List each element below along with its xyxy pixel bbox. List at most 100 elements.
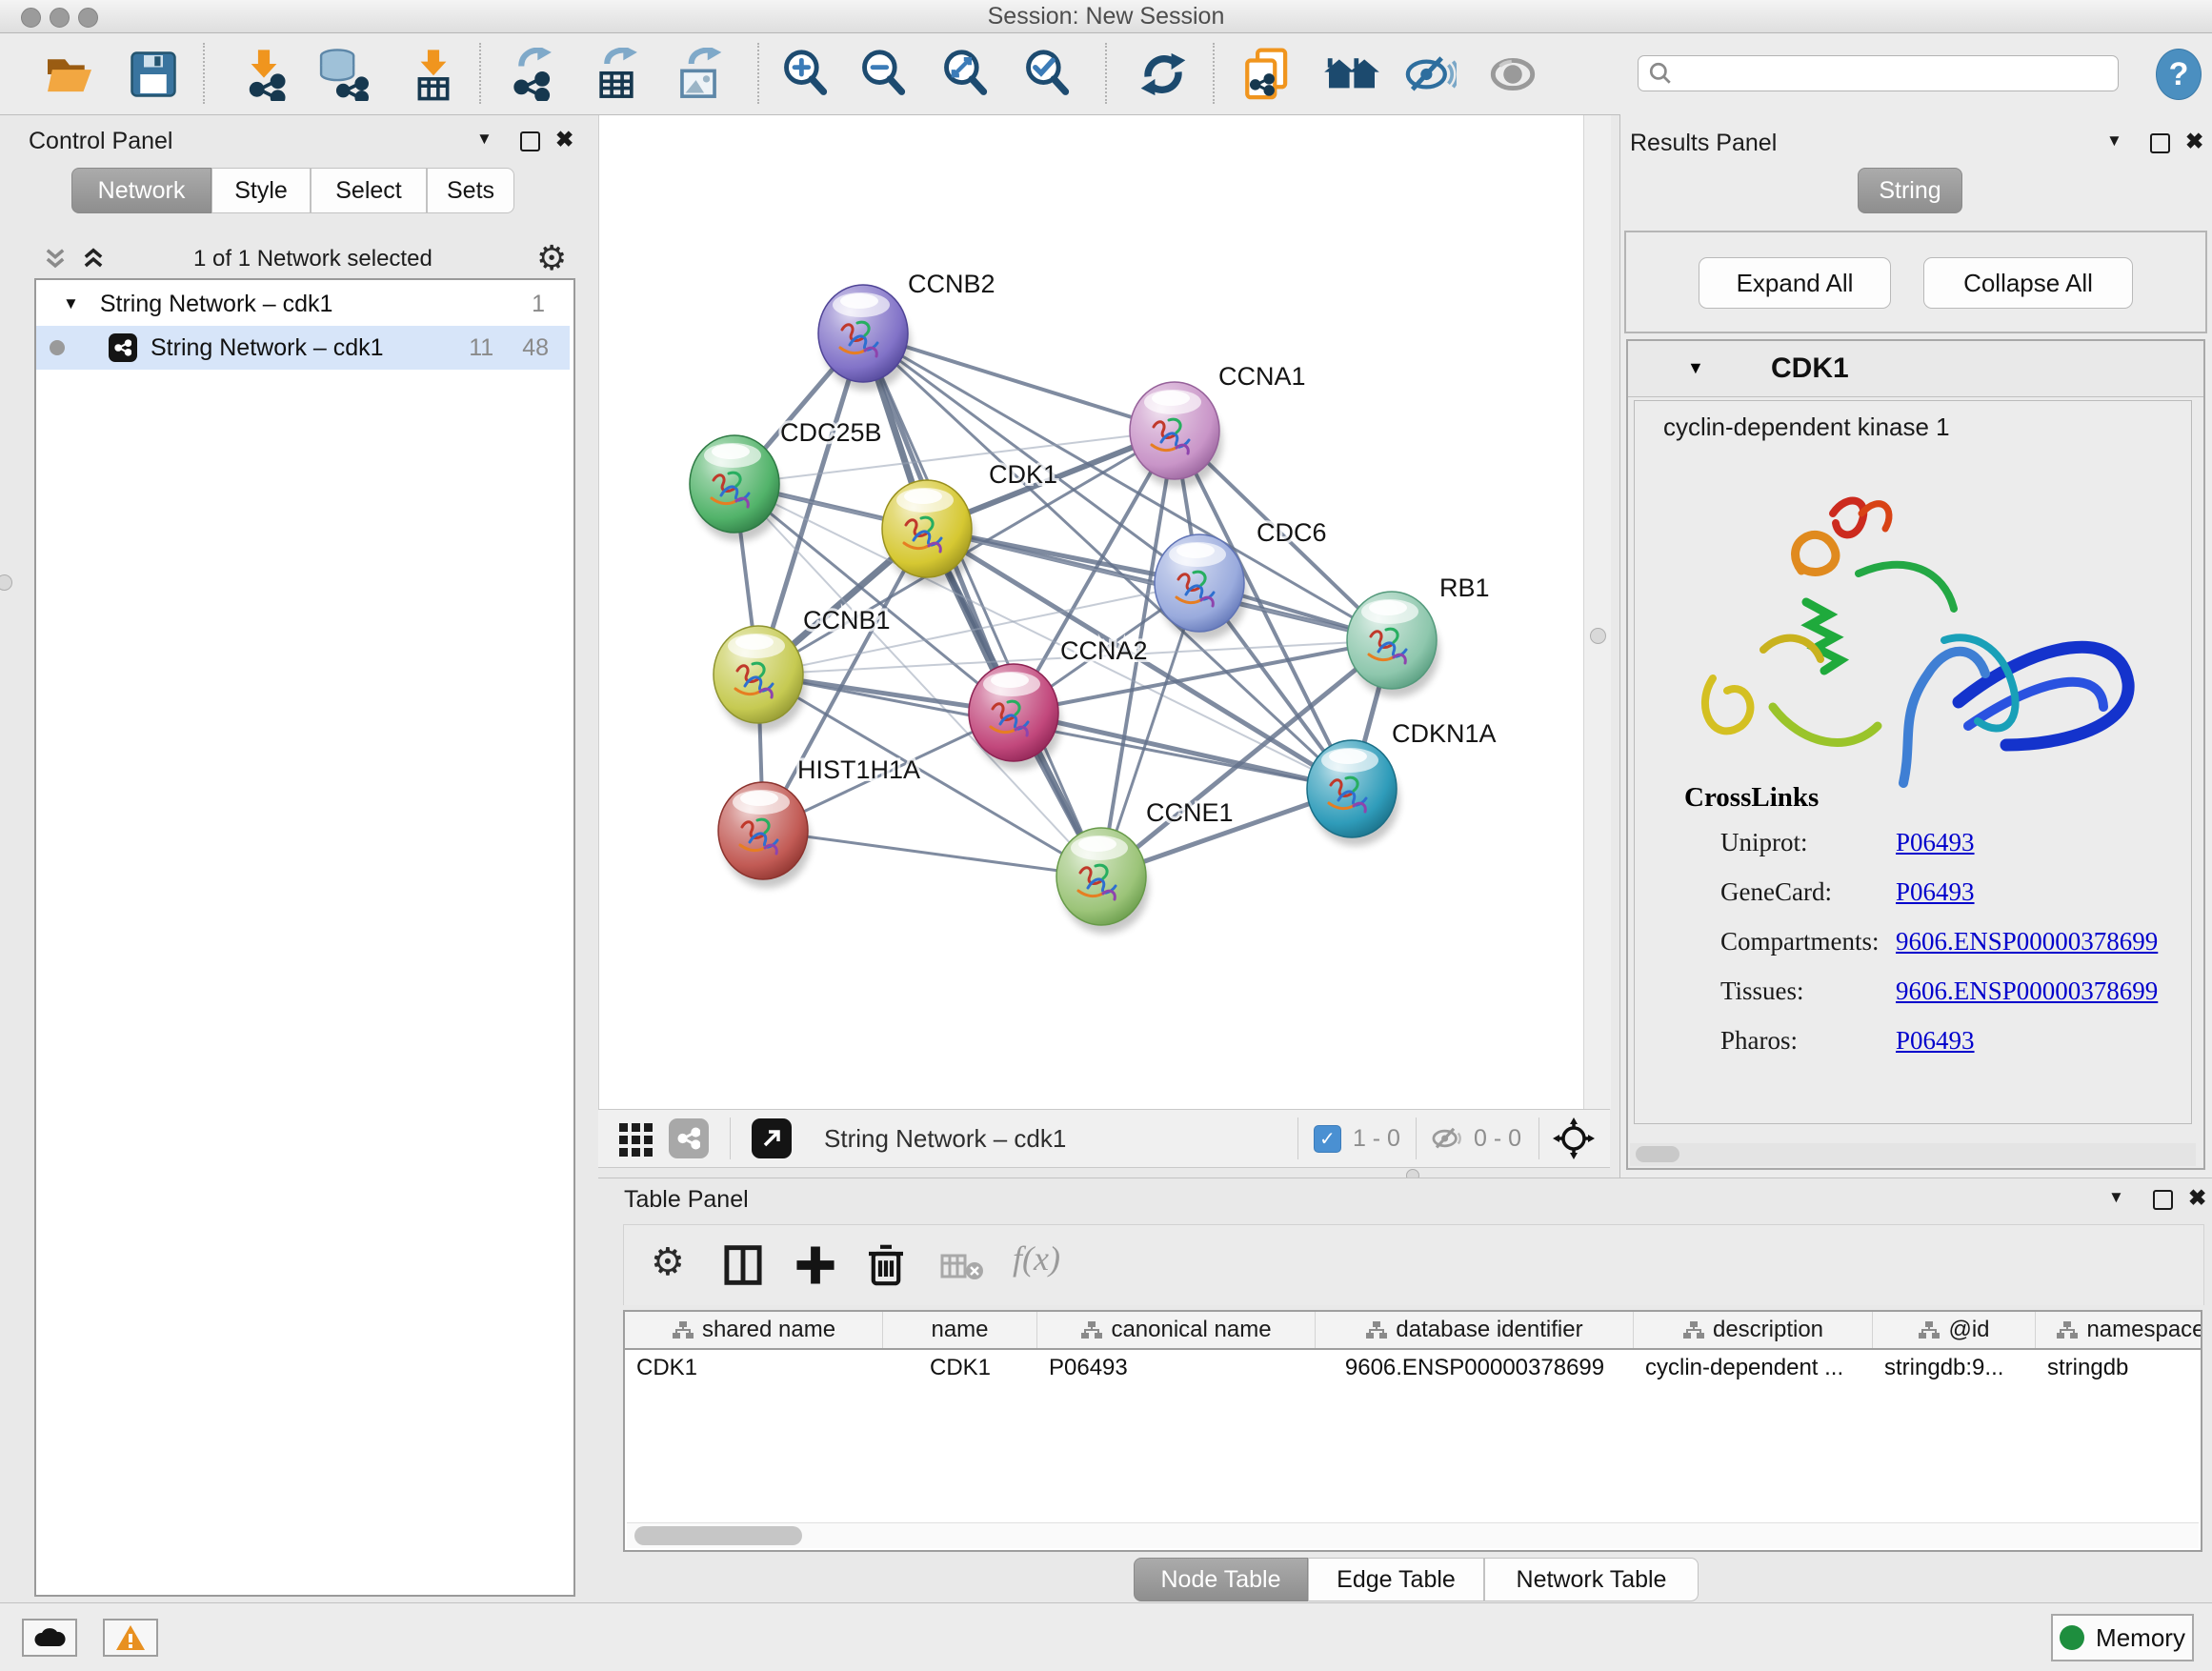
- search-box[interactable]: [1638, 55, 2119, 91]
- grid-view-icon[interactable]: [617, 1119, 655, 1158]
- column-header-namespace[interactable]: namespace: [2036, 1312, 2202, 1348]
- tab-string[interactable]: String: [1858, 168, 1962, 213]
- network-row-selected[interactable]: String Network – cdk1 11 48: [36, 326, 570, 370]
- scrollbar-thumb[interactable]: [1636, 1146, 1679, 1162]
- tab-network-table[interactable]: Network Table: [1484, 1558, 1699, 1601]
- table-body[interactable]: CDK1CDK1P064939606.ENSP00000378699cyclin…: [625, 1350, 2201, 1386]
- panel-close-icon[interactable]: ✖: [2188, 1185, 2206, 1211]
- tab-select[interactable]: Select: [311, 168, 427, 213]
- scrollbar-thumb[interactable]: [634, 1526, 802, 1545]
- open-session-icon[interactable]: [40, 47, 99, 102]
- collapse-all-icon[interactable]: [44, 246, 67, 272]
- protein-card-header[interactable]: ▼ CDK1: [1628, 341, 2203, 397]
- string-documents-icon[interactable]: [1238, 47, 1297, 102]
- network-share-view-icon[interactable]: [669, 1118, 709, 1158]
- export-table-icon[interactable]: [587, 47, 646, 102]
- graph-node-CCNA1[interactable]: [1130, 382, 1222, 488]
- graph-node-CDKN1A[interactable]: [1307, 740, 1399, 846]
- import-table-icon[interactable]: [404, 47, 463, 102]
- zoom-selected-icon[interactable]: [1017, 47, 1076, 102]
- graph-edge-CCNE1-HIST1H1A[interactable]: [763, 831, 1101, 876]
- crosslink-link[interactable]: P06493: [1896, 1026, 1975, 1056]
- splitter-handle[interactable]: [1590, 628, 1606, 644]
- panel-close-icon[interactable]: ✖: [2185, 129, 2203, 154]
- table-cell[interactable]: stringdb:9...: [1873, 1350, 2036, 1386]
- zoom-out-icon[interactable]: [854, 47, 913, 102]
- table-cell[interactable]: stringdb: [2036, 1350, 2202, 1386]
- graph-node-CCNE1[interactable]: [1056, 828, 1149, 934]
- column-header-description[interactable]: description: [1634, 1312, 1873, 1348]
- graph-node-CDC25B[interactable]: [690, 435, 782, 541]
- delete-column-icon[interactable]: [866, 1242, 906, 1288]
- column-selector-icon[interactable]: [723, 1244, 763, 1286]
- export-network-icon[interactable]: [501, 47, 560, 102]
- table-cell[interactable]: CDK1: [625, 1350, 883, 1386]
- panel-menu-icon[interactable]: ▼: [2106, 131, 2122, 151]
- zoom-fit-icon[interactable]: [935, 47, 995, 102]
- save-session-icon[interactable]: [124, 47, 183, 102]
- graph-edge-CCNB2-CCNE1[interactable]: [863, 333, 1101, 876]
- panel-float-icon[interactable]: [2153, 1190, 2173, 1210]
- crosslink-link[interactable]: 9606.ENSP00000378699: [1896, 976, 2158, 1006]
- help-button[interactable]: ?: [2156, 49, 2202, 100]
- import-network-icon[interactable]: [234, 47, 293, 102]
- network-options-gear-icon[interactable]: ⚙: [536, 238, 567, 278]
- column-header-canonical-name[interactable]: canonical name: [1037, 1312, 1316, 1348]
- cloud-status-button[interactable]: [22, 1619, 77, 1657]
- collapse-all-button[interactable]: Collapse All: [1923, 257, 2133, 309]
- panel-menu-icon[interactable]: ▼: [2108, 1188, 2124, 1207]
- graph-node-CCNA2[interactable]: [969, 664, 1061, 770]
- crosslink-link[interactable]: P06493: [1896, 877, 1975, 907]
- table-cell[interactable]: 9606.ENSP00000378699: [1316, 1350, 1634, 1386]
- panel-float-icon[interactable]: [2150, 133, 2170, 153]
- expand-all-icon[interactable]: [82, 246, 105, 272]
- expand-all-button[interactable]: Expand All: [1699, 257, 1891, 309]
- table-settings-gear-icon[interactable]: ⚙: [651, 1240, 685, 1284]
- fit-selected-crosshair-icon[interactable]: [1553, 1117, 1595, 1159]
- table-cell[interactable]: cyclin-dependent ...: [1634, 1350, 1873, 1386]
- hide-selected-eye-icon[interactable]: [1400, 47, 1459, 102]
- graph-node-CDK1[interactable]: [882, 480, 975, 586]
- birds-eye-view-icon[interactable]: [752, 1118, 792, 1158]
- table-cell[interactable]: CDK1: [883, 1350, 1037, 1386]
- network-canvas[interactable]: CCNB2CCNA1CDC25BCDK1CDC6RB1CCNB1CCNA2CDK…: [598, 115, 1584, 1109]
- table-header-row[interactable]: shared namenamecanonical namedatabase id…: [625, 1312, 2201, 1350]
- memory-button[interactable]: Memory: [2051, 1614, 2194, 1661]
- selected-checkbox-icon[interactable]: ✓: [1314, 1125, 1341, 1153]
- graph-edge-CCNA2-CDKN1A[interactable]: [1014, 713, 1352, 789]
- column-header-name[interactable]: name: [883, 1312, 1037, 1348]
- table-hscrollbar[interactable]: [627, 1522, 2199, 1548]
- warnings-button[interactable]: [103, 1619, 158, 1657]
- tab-style[interactable]: Style: [211, 168, 311, 213]
- panel-close-icon[interactable]: ✖: [555, 127, 573, 152]
- table-row[interactable]: CDK1CDK1P064939606.ENSP00000378699cyclin…: [625, 1350, 2201, 1386]
- crosslink-link[interactable]: 9606.ENSP00000378699: [1896, 927, 2158, 956]
- column-header--id[interactable]: @id: [1873, 1312, 2036, 1348]
- tab-edge-table[interactable]: Edge Table: [1308, 1558, 1484, 1601]
- zoom-in-icon[interactable]: [775, 47, 835, 102]
- home-networks-icon[interactable]: [1322, 47, 1381, 102]
- column-header-shared-name[interactable]: shared name: [625, 1312, 883, 1348]
- network-collection-row[interactable]: ▼ String Network – cdk1 1: [36, 282, 570, 326]
- add-column-icon[interactable]: [795, 1244, 835, 1286]
- tab-node-table[interactable]: Node Table: [1134, 1558, 1308, 1601]
- results-hscrollbar[interactable]: [1630, 1143, 2196, 1166]
- column-header-database-identifier[interactable]: database identifier: [1316, 1312, 1634, 1348]
- tab-network[interactable]: Network: [71, 168, 211, 213]
- crosslink-link[interactable]: P06493: [1896, 828, 1975, 857]
- import-network-from-database-icon[interactable]: [312, 47, 372, 102]
- graph-node-CDC6[interactable]: [1155, 534, 1247, 640]
- panel-float-icon[interactable]: [520, 131, 540, 151]
- graph-node-RB1[interactable]: [1347, 592, 1439, 697]
- graph-node-HIST1H1A[interactable]: [718, 782, 811, 888]
- collapse-arrow-icon[interactable]: ▼: [1687, 358, 1704, 378]
- table-cell[interactable]: P06493: [1037, 1350, 1316, 1386]
- show-hidden-eye-icon[interactable]: [1483, 47, 1542, 102]
- graph-node-CCNB2[interactable]: [818, 285, 911, 391]
- export-image-icon[interactable]: [669, 47, 728, 102]
- graph-node-CCNB1[interactable]: [714, 626, 806, 732]
- search-input[interactable]: [1673, 59, 2086, 88]
- tab-sets[interactable]: Sets: [427, 168, 514, 213]
- panel-menu-icon[interactable]: ▼: [476, 130, 493, 149]
- refresh-icon[interactable]: [1134, 47, 1193, 102]
